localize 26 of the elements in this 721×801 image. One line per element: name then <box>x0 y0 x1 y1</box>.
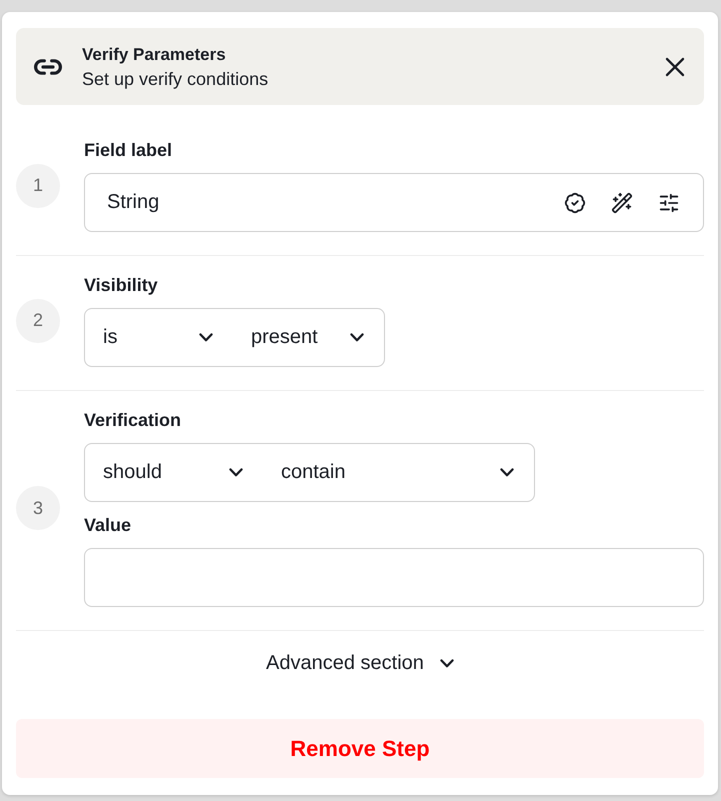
field-label: Value <box>84 514 132 536</box>
remove-step-button[interactable]: Remove Step <box>16 719 704 778</box>
chevron-down-icon <box>500 468 514 477</box>
panel-title: Verify Parameters <box>82 44 226 64</box>
chevron-down-icon <box>229 468 243 477</box>
panel-subtitle: Set up verify conditions <box>82 68 268 90</box>
advanced-section-toggle[interactable]: Advanced section <box>266 643 454 683</box>
dropdown[interactable]: contain <box>263 444 534 501</box>
close-icon[interactable] <box>665 56 685 76</box>
sliders-icon[interactable] <box>658 192 680 214</box>
text-input[interactable]: String <box>84 173 704 232</box>
dropdown[interactable]: present <box>233 309 384 366</box>
chevron-down-icon <box>350 333 364 342</box>
field-label: Visibility <box>84 274 158 296</box>
dropdown[interactable]: is <box>85 309 233 366</box>
dropdown[interactable]: should <box>85 444 263 501</box>
step-number: 2 <box>16 298 60 342</box>
link-icon <box>34 58 62 74</box>
field-label: Verification <box>84 409 182 431</box>
field-label: Field label <box>84 139 172 161</box>
step-number: 3 <box>16 486 60 530</box>
magic-wand-icon[interactable] <box>611 192 633 214</box>
badge-check-icon[interactable] <box>564 192 586 214</box>
chevron-down-icon <box>199 333 213 342</box>
value-input[interactable] <box>84 548 704 607</box>
step-number: 1 <box>16 164 60 208</box>
